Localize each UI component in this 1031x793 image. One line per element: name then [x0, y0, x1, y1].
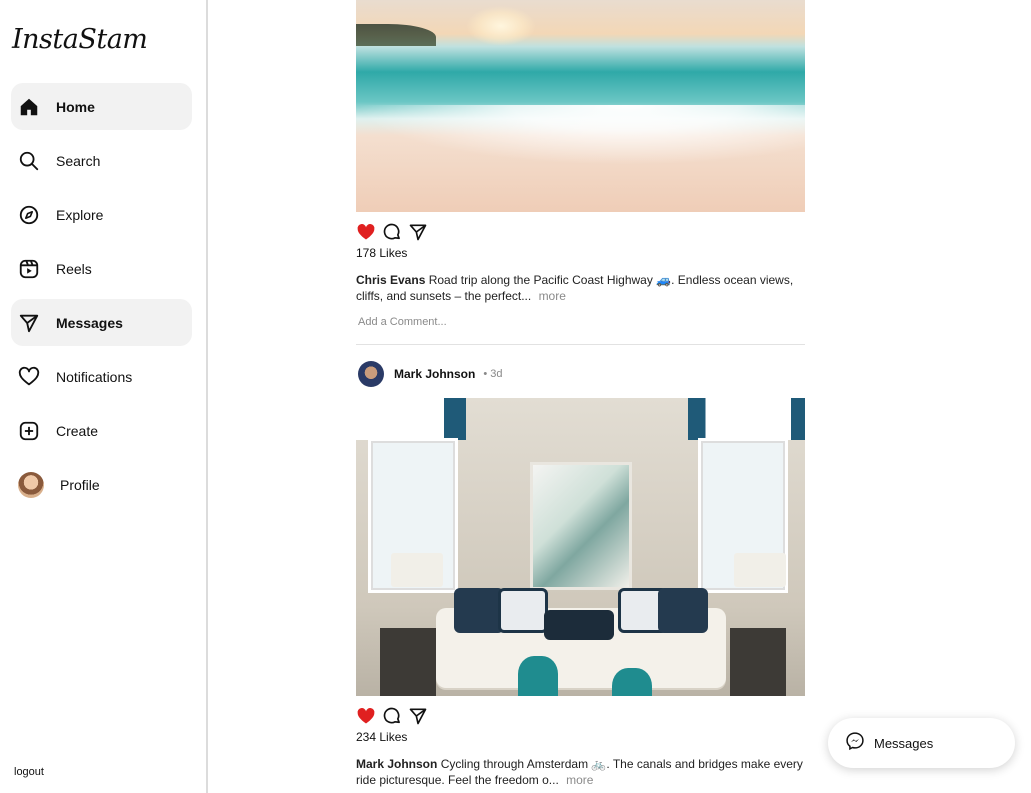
post-image[interactable]: [356, 0, 805, 212]
avatar[interactable]: [358, 361, 384, 387]
sidebar-item-create[interactable]: Create: [11, 407, 192, 454]
app-logo[interactable]: InstaStam: [12, 24, 148, 55]
image-detail: [356, 24, 436, 46]
post-actions: [356, 706, 805, 726]
heart-icon: [18, 366, 40, 388]
image-detail: [734, 553, 786, 587]
likes-count: 234 Likes: [356, 730, 408, 744]
post-actions: [356, 222, 805, 242]
sidebar-item-explore[interactable]: Explore: [11, 191, 192, 238]
like-icon[interactable]: [356, 222, 376, 242]
image-detail: [530, 462, 632, 590]
image-detail: [730, 628, 786, 696]
caption-username[interactable]: Mark Johnson: [356, 757, 437, 771]
image-detail: [658, 588, 708, 633]
sidebar-item-label: Reels: [56, 260, 92, 277]
send-icon: [18, 312, 40, 334]
comment-icon[interactable]: [382, 222, 402, 242]
like-icon[interactable]: [356, 706, 376, 726]
sidebar-item-label: Search: [56, 152, 101, 169]
sidebar-item-label: Messages: [56, 314, 123, 331]
messenger-icon: [845, 731, 865, 756]
avatar: [18, 471, 44, 498]
post-caption: Chris Evans Road trip along the Pacific …: [356, 272, 805, 304]
plus-square-icon: [18, 420, 40, 442]
post-divider: [356, 344, 805, 345]
share-icon[interactable]: [408, 222, 428, 242]
more-link[interactable]: more: [566, 773, 593, 787]
app-root: InstaStam Home Search Explore Reels Mess…: [0, 0, 1031, 793]
sidebar-item-label: Explore: [56, 206, 104, 223]
messages-float-button[interactable]: Messages: [828, 718, 1015, 768]
image-detail: [688, 398, 805, 440]
post-timestamp: • 3d: [483, 368, 503, 380]
sidebar-item-label: Create: [56, 422, 99, 439]
post: Mark Johnson • 3d 234 Likes Mark Johnson…: [356, 360, 805, 788]
search-icon: [18, 150, 40, 172]
image-detail: [498, 588, 548, 633]
more-link[interactable]: more: [539, 289, 566, 303]
sidebar: InstaStam Home Search Explore Reels Mess…: [0, 0, 208, 793]
image-detail: [544, 610, 614, 640]
sidebar-item-messages[interactable]: Messages: [11, 299, 192, 346]
feed: 178 Likes Chris Evans Road trip along th…: [356, 0, 805, 788]
sidebar-nav: Home Search Explore Reels Messages Notif…: [11, 83, 192, 515]
share-icon[interactable]: [408, 706, 428, 726]
add-comment-input[interactable]: Add a Comment...: [358, 316, 805, 330]
sidebar-item-notifications[interactable]: Notifications: [11, 353, 192, 400]
image-detail: [391, 553, 443, 587]
image-detail: [612, 668, 652, 696]
reels-icon: [18, 258, 40, 280]
post-username[interactable]: Mark Johnson: [394, 367, 475, 381]
image-detail: [356, 398, 466, 440]
image-detail: [466, 6, 536, 46]
sidebar-item-reels[interactable]: Reels: [11, 245, 192, 292]
image-detail: [380, 628, 436, 696]
sidebar-item-search[interactable]: Search: [11, 137, 192, 184]
sidebar-item-profile[interactable]: Profile: [11, 461, 192, 508]
sidebar-item-label: Notifications: [56, 368, 133, 385]
post-image[interactable]: [356, 398, 805, 696]
sidebar-item-label: Home: [56, 98, 95, 115]
likes-count: 178 Likes: [356, 246, 408, 260]
post: 178 Likes Chris Evans Road trip along th…: [356, 0, 805, 345]
sidebar-item-home[interactable]: Home: [11, 83, 192, 130]
messages-float-label: Messages: [874, 735, 934, 751]
comment-icon[interactable]: [382, 706, 402, 726]
post-caption: Mark Johnson Cycling through Amsterdam 🚲…: [356, 756, 805, 788]
image-detail: [518, 656, 558, 696]
image-detail: [356, 105, 805, 165]
image-detail: [454, 588, 504, 633]
caption-username[interactable]: Chris Evans: [356, 273, 425, 287]
home-icon: [18, 96, 40, 118]
post-header: Mark Johnson • 3d: [356, 360, 805, 388]
sidebar-item-label: Profile: [60, 476, 100, 493]
compass-icon: [18, 204, 40, 226]
logout-link[interactable]: logout: [14, 766, 44, 778]
